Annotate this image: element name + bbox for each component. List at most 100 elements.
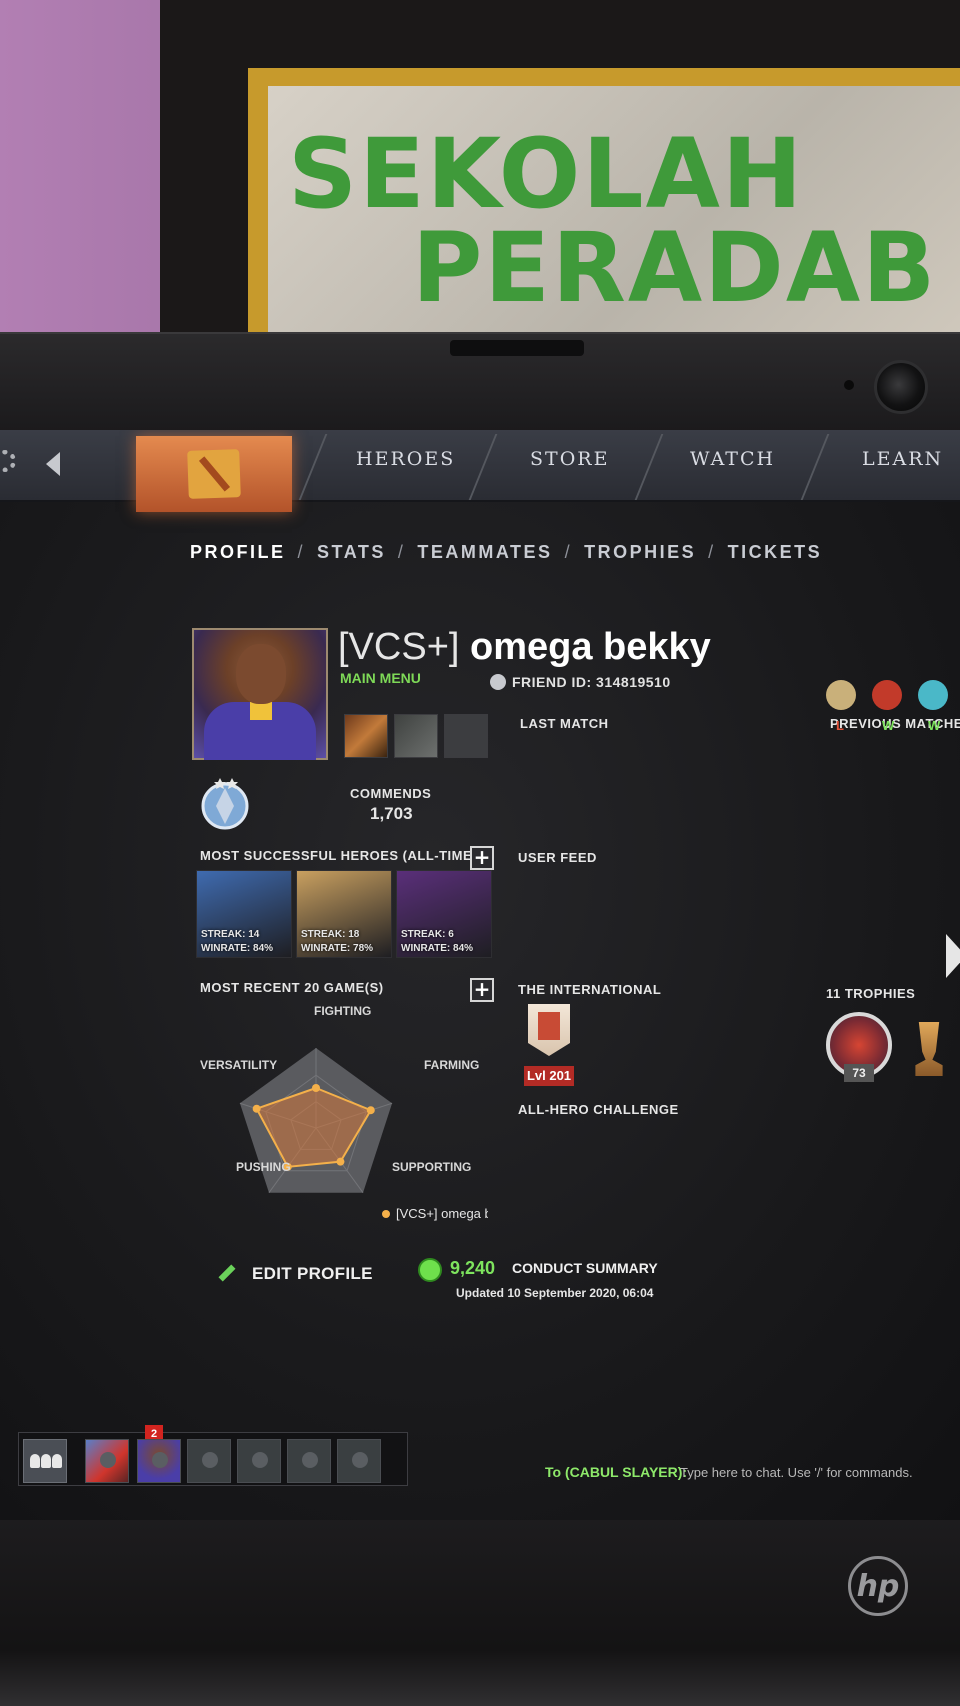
nav-heroes[interactable]: HEROES <box>356 448 455 482</box>
battle-pass-badge-icon[interactable] <box>528 1004 570 1056</box>
commends-value: 1,703 <box>370 804 413 823</box>
main-menu-link[interactable]: MAIN MENU <box>340 670 421 686</box>
add-hero-button[interactable]: + <box>470 846 494 870</box>
hero-card[interactable]: STREAK: 6 WINRATE: 84% <box>396 870 492 958</box>
radar-point <box>252 1104 261 1113</box>
gear-icon[interactable] <box>0 450 16 472</box>
trophy-level: 73 <box>844 1064 874 1082</box>
chat-input[interactable] <box>680 1462 952 1482</box>
match-hero-icon[interactable] <box>918 680 948 710</box>
most-recent-games-label: MOST RECENT 20 GAME(S) <box>200 980 384 995</box>
poster-text-line2: PERADAB <box>412 212 938 324</box>
hero-streak: STREAK: 6 <box>401 929 454 940</box>
edit-profile-button[interactable]: EDIT PROFILE <box>252 1264 373 1284</box>
hero-streak: STREAK: 14 <box>201 929 260 940</box>
tab-stats[interactable]: STATS <box>317 542 386 562</box>
match-result: W <box>882 718 895 733</box>
match-result: L <box>836 718 844 733</box>
nav-watch[interactable]: WATCH <box>690 448 775 482</box>
hp-logo-icon: hp <box>848 1556 908 1616</box>
smiley-icon <box>418 1258 442 1282</box>
tab-teammates[interactable]: TEAMMATES <box>417 542 552 562</box>
last-match-label: LAST MATCH <box>520 716 609 731</box>
nav-divider <box>634 434 664 500</box>
avatar-jersey <box>204 702 316 760</box>
party-bar: 2 <box>18 1425 408 1486</box>
avatar[interactable] <box>192 628 328 760</box>
previous-matches-label: PREVIOUS MATCHES <box>830 716 960 731</box>
recent-item-slot[interactable] <box>394 714 438 758</box>
radar-axis-label: FARMING <box>424 1058 480 1072</box>
dota-home-tab[interactable] <box>136 436 292 512</box>
tab-tickets[interactable]: TICKETS <box>728 542 823 562</box>
webcam-led-icon <box>844 380 854 390</box>
dota-logo-icon <box>187 449 241 499</box>
game-screen: HEROES STORE WATCH LEARN PROFILE / STATS / T… <box>0 430 960 1520</box>
recent-item-slot[interactable] <box>344 714 388 758</box>
battle-pass-level: Lvl 201 <box>524 1066 574 1086</box>
tab-trophies[interactable]: TROPHIES <box>584 542 696 562</box>
add-recent-button[interactable]: + <box>470 978 494 1002</box>
monitor-slot <box>450 340 584 356</box>
radar-axis-label: VERSATILITY <box>200 1058 278 1072</box>
hero-streak: STREAK: 18 <box>301 929 360 940</box>
monitor-bezel-bottom <box>0 1520 960 1706</box>
webcam-icon <box>874 360 928 414</box>
rank-medal-icon[interactable] <box>190 772 260 832</box>
player-tag: [VCS+] <box>338 626 460 668</box>
conduct-updated: Updated 10 September 2020, 06:04 <box>456 1286 654 1300</box>
nav-store[interactable]: STORE <box>530 448 609 482</box>
radar-axis-label: FIGHTING <box>314 1004 372 1018</box>
empty-party-slot[interactable] <box>237 1439 281 1483</box>
user-feed-label: USER FEED <box>518 850 597 865</box>
group-icon[interactable] <box>23 1439 67 1483</box>
friend-id: FRIEND ID: 314819510 <box>512 674 671 690</box>
arrow-right-icon[interactable] <box>946 934 960 978</box>
nav-divider <box>298 434 328 500</box>
trophies-label: 11 TROPHIES <box>826 986 916 1001</box>
legend-dot <box>382 1210 390 1218</box>
hero-card[interactable]: STREAK: 18 WINRATE: 78% <box>296 870 392 958</box>
empty-party-slot[interactable] <box>337 1439 381 1483</box>
chat-channel-icon[interactable] <box>85 1439 129 1483</box>
commends-label: COMMENDS <box>350 786 432 801</box>
radar-point <box>312 1084 320 1092</box>
match-hero-icon[interactable] <box>872 680 902 710</box>
hero-winrate: WINRATE: 84% <box>401 943 474 954</box>
radar-axis-label: SUPPORTING <box>392 1160 472 1174</box>
tab-profile[interactable]: PROFILE <box>190 542 286 562</box>
conduct-score: 9,240 <box>450 1258 496 1278</box>
pencil-icon <box>218 1264 236 1282</box>
all-hero-challenge-label: ALL-HERO CHALLENGE <box>518 1102 679 1117</box>
player-nickname: omega bekky <box>470 626 711 668</box>
conduct-summary-link[interactable]: CONDUCT SUMMARY <box>512 1260 658 1276</box>
hero-winrate: WINRATE: 78% <box>301 943 374 954</box>
match-result: W <box>928 718 941 733</box>
empty-party-slot[interactable] <box>287 1439 331 1483</box>
empty-party-slot[interactable] <box>187 1439 231 1483</box>
nav-divider <box>800 434 830 500</box>
profile-tabs: PROFILE / STATS / TEAMMATES / TROPHIES / TICKETS <box>190 542 823 562</box>
nav-learn[interactable]: LEARN <box>862 448 943 482</box>
the-international-label: THE INTERNATIONAL <box>518 982 662 997</box>
party-member-avatar[interactable] <box>137 1439 181 1483</box>
radar-point <box>366 1106 375 1115</box>
nav-divider <box>468 434 498 500</box>
player-name: [VCS+] omega bekky <box>338 626 711 669</box>
radar-chart <box>239 1048 393 1194</box>
trophy-cup-icon[interactable] <box>915 1022 943 1076</box>
hero-card[interactable]: STREAK: 14 WINRATE: 84% <box>196 870 292 958</box>
playstyle-radar: FIGHTING FARMING SUPPORTING PUSHING VERS… <box>190 1000 490 1260</box>
most-successful-heroes-label: MOST SUCCESSFUL HEROES (ALL-TIME) <box>200 848 477 863</box>
top-navigation: HEROES STORE WATCH LEARN <box>0 430 960 512</box>
avatar-head <box>236 644 286 704</box>
steam-icon <box>490 674 506 690</box>
back-arrow-icon[interactable] <box>46 452 60 476</box>
radar-point <box>336 1157 345 1166</box>
hero-winrate: WINRATE: 84% <box>201 943 274 954</box>
match-hero-icon[interactable] <box>826 680 856 710</box>
radar-legend: [VCS+] omega bekky <box>396 1206 488 1221</box>
radar-axis-label: PUSHING <box>236 1160 291 1174</box>
recent-item-slot[interactable] <box>444 714 488 758</box>
chat-recipient: To (CABUL SLAYER): <box>545 1464 688 1480</box>
